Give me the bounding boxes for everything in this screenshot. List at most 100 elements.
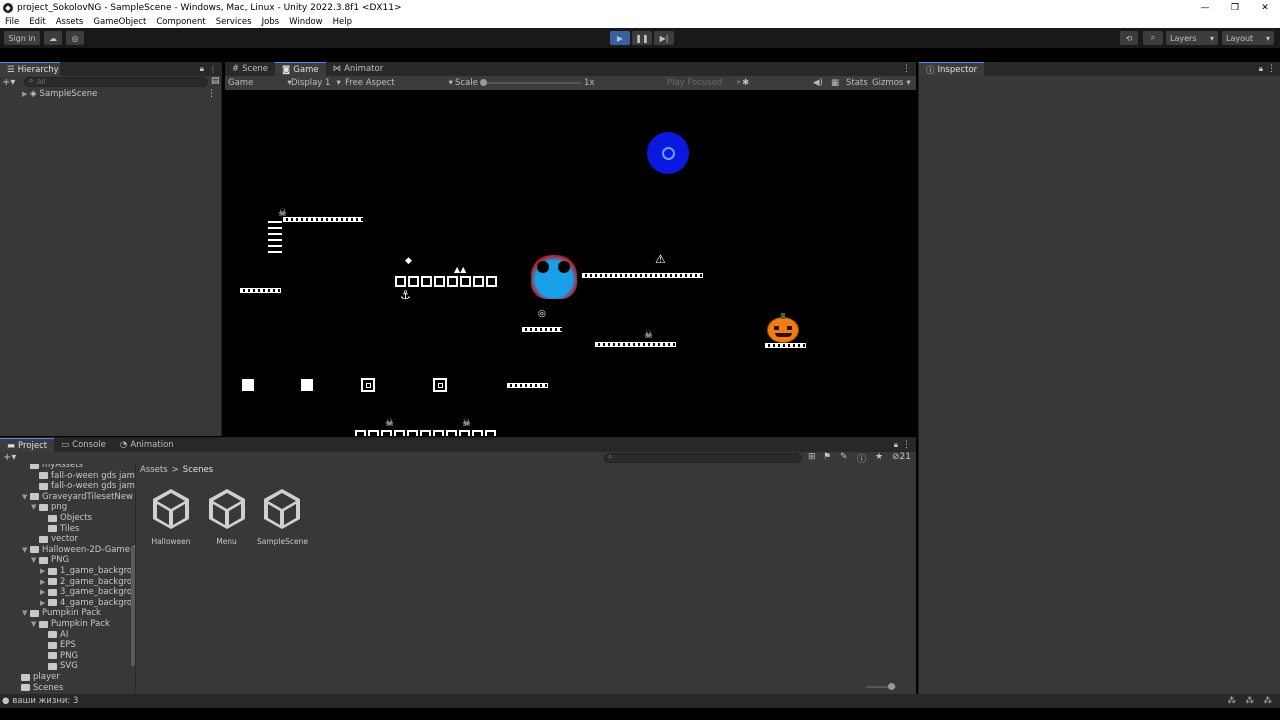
tab-animation[interactable]: ◔ Animation bbox=[113, 438, 181, 452]
tree-folder-item[interactable]: AI bbox=[40, 630, 68, 640]
tab-project[interactable]: ▬ Project bbox=[0, 438, 55, 452]
settings-icon[interactable]: ⁂ bbox=[1264, 696, 1273, 706]
more-icon[interactable]: ⋮ bbox=[902, 440, 911, 450]
asset-scene-item[interactable]: SampleScene bbox=[257, 487, 308, 546]
menu-file[interactable]: File bbox=[0, 17, 24, 27]
tag-icon[interactable]: ✎ bbox=[840, 452, 848, 462]
stats-button[interactable]: Stats bbox=[846, 78, 868, 88]
more-icon[interactable]: ⋮ bbox=[207, 89, 216, 99]
tree-folder-item[interactable]: ▼ PNG bbox=[31, 555, 69, 565]
tree-folder-item[interactable]: PNG bbox=[40, 651, 78, 661]
chevron-down-icon[interactable]: ▼ bbox=[22, 609, 30, 617]
tree-folder-item[interactable]: Scenes bbox=[13, 683, 63, 693]
display-dropdown[interactable]: Display 1 ▾ bbox=[291, 78, 341, 88]
tree-folder-item[interactable]: ▼ GraveyardTilesetNew bbox=[22, 492, 133, 502]
zoom-slider-handle[interactable] bbox=[888, 683, 895, 690]
asset-scene-item[interactable]: Menu bbox=[202, 487, 252, 546]
tab-scene[interactable]: # Scene bbox=[225, 62, 275, 76]
game-mode-dropdown[interactable]: Game ▾ bbox=[228, 78, 292, 88]
chevron-right-icon[interactable]: ▶ bbox=[40, 578, 48, 586]
tree-folder-item[interactable]: vector bbox=[31, 534, 78, 544]
tab-hierarchy[interactable]: ☰ Hierarchy bbox=[0, 62, 60, 76]
chevron-down-icon[interactable]: ▼ bbox=[31, 620, 39, 628]
search-by-type-icon[interactable]: ⊞ bbox=[808, 452, 816, 462]
breadcrumb-assets[interactable]: Assets bbox=[140, 465, 168, 475]
tab-animator[interactable]: ⋈ Animator bbox=[326, 62, 391, 76]
tab-game[interactable]: ◙ Game bbox=[275, 62, 326, 76]
gizmos-dropdown[interactable]: Gizmos ▾ bbox=[872, 78, 911, 88]
menu-gameobject[interactable]: GameObject bbox=[88, 17, 151, 27]
status-message[interactable]: ваши жизни: 3 bbox=[12, 696, 78, 706]
chevron-down-icon[interactable]: ▼ bbox=[22, 493, 30, 501]
add-icon[interactable]: +▾ bbox=[3, 452, 16, 463]
chevron-down-icon[interactable]: ▼ bbox=[22, 546, 30, 554]
stats-chart-icon[interactable]: ▦ bbox=[831, 78, 839, 88]
info-icon[interactable]: ⓘ bbox=[857, 452, 866, 465]
speaker-icon[interactable]: ◀︎) bbox=[813, 78, 823, 88]
lock-icon[interactable]: 🔒︎ bbox=[894, 440, 898, 450]
menu-services[interactable]: Services bbox=[211, 17, 257, 27]
add-icon[interactable]: +▾ bbox=[2, 77, 15, 88]
play-button[interactable]: ▶ bbox=[610, 31, 630, 45]
pause-button[interactable]: ❚❚ bbox=[632, 31, 652, 45]
chevron-right-icon[interactable]: ▶ bbox=[40, 599, 48, 607]
tree-folder-item[interactable]: Objects bbox=[40, 513, 92, 523]
tree-folder-item[interactable]: fall-o-ween gds jam pa bbox=[31, 471, 135, 481]
progress-icon[interactable]: ⁂ bbox=[1228, 696, 1237, 706]
tab-inspector[interactable]: ⓘ Inspector bbox=[919, 62, 985, 76]
lock-icon[interactable]: 🔒︎ bbox=[200, 64, 204, 74]
tree-folder-item[interactable]: ▶ 1_game_backgrou bbox=[40, 566, 135, 576]
more-icon[interactable]: ⋮ bbox=[1267, 64, 1276, 74]
hidden-count-icon[interactable]: ⊘21 bbox=[892, 452, 911, 462]
filter-icon[interactable]: ▤ bbox=[211, 76, 220, 86]
game-viewport[interactable]: ☠ ◆ ▲▲ ⚓︎ ⚠ ◎ ☠ ☠ ☠ bbox=[225, 90, 916, 436]
tree-folder-item[interactable]: SVG bbox=[40, 661, 78, 671]
minimize-button[interactable]: — bbox=[1190, 0, 1220, 16]
aspect-dropdown[interactable]: Free Aspect ▾ bbox=[345, 78, 453, 88]
history-icon[interactable]: ⟲ bbox=[1120, 31, 1138, 45]
chevron-right-icon[interactable]: ▶ bbox=[40, 567, 48, 575]
more-icon[interactable]: ⋮ bbox=[902, 64, 911, 74]
menu-jobs[interactable]: Jobs bbox=[257, 17, 285, 27]
favorite-star-icon[interactable]: ★ bbox=[875, 452, 883, 462]
chevron-down-icon[interactable]: ▼ bbox=[31, 503, 39, 511]
maximize-button[interactable]: ❐ bbox=[1220, 0, 1250, 16]
project-search-input[interactable] bbox=[604, 453, 802, 463]
layers-dropdown[interactable]: Layers ▾ bbox=[1166, 31, 1218, 45]
bug-icon[interactable]: ✱ bbox=[742, 78, 749, 88]
tree-folder-item[interactable]: ▼ Pumpkin Pack bbox=[31, 619, 110, 629]
tree-folder-item[interactable]: ▶ 4_game_backgrou bbox=[40, 598, 135, 608]
scene-item[interactable]: ▶ ◈ SampleScene bbox=[22, 89, 97, 99]
close-button[interactable]: ✕ bbox=[1250, 0, 1280, 16]
tree-folder-item[interactable]: EPS bbox=[40, 640, 76, 650]
menu-edit[interactable]: Edit bbox=[24, 17, 50, 27]
tree-folder-item[interactable]: ▼ Pumpkin Pack bbox=[22, 608, 101, 618]
chevron-right-icon[interactable]: ▶ bbox=[22, 90, 30, 98]
menu-help[interactable]: Help bbox=[328, 17, 357, 27]
tree-folder-item[interactable]: ▶ 3_game_backgrou bbox=[40, 587, 135, 597]
tree-folder-item[interactable]: Tiles bbox=[40, 524, 79, 534]
scale-slider-track[interactable] bbox=[481, 82, 581, 84]
hierarchy-search-input[interactable] bbox=[24, 77, 208, 87]
network-icon[interactable]: ⁂ bbox=[1246, 696, 1255, 706]
more-icon[interactable]: ⋮ bbox=[209, 65, 217, 74]
menu-assets[interactable]: Assets bbox=[51, 17, 89, 27]
tree-folder-item[interactable]: ▶ 2_game_backgrou bbox=[40, 577, 135, 587]
menu-component[interactable]: Component bbox=[151, 17, 210, 27]
tab-console[interactable]: ▭ Console bbox=[54, 438, 113, 452]
breadcrumb-scenes[interactable]: Scenes bbox=[183, 465, 213, 475]
menu-window[interactable]: Window bbox=[284, 17, 328, 27]
asset-scene-item[interactable]: Halloween bbox=[146, 487, 196, 546]
step-button[interactable]: ▶| bbox=[654, 31, 674, 45]
tree-folder-item[interactable]: myAssets bbox=[22, 464, 83, 470]
collab-icon[interactable]: ◎ bbox=[66, 31, 84, 45]
cloud-icon[interactable]: ☁ bbox=[44, 31, 62, 45]
tree-scrollbar[interactable] bbox=[131, 546, 135, 666]
tree-folder-item[interactable]: player bbox=[13, 672, 60, 682]
sign-in-button[interactable]: Sign in bbox=[4, 31, 40, 45]
tree-folder-item[interactable]: fall-o-ween gds jam pa bbox=[31, 481, 135, 491]
scale-slider-handle[interactable] bbox=[480, 79, 487, 86]
chevron-down-icon[interactable]: ▼ bbox=[31, 556, 39, 564]
tree-folder-item[interactable]: ▼ Halloween-2D-Game-E bbox=[22, 545, 135, 555]
label-filter-icon[interactable]: ⚑ bbox=[823, 452, 831, 462]
